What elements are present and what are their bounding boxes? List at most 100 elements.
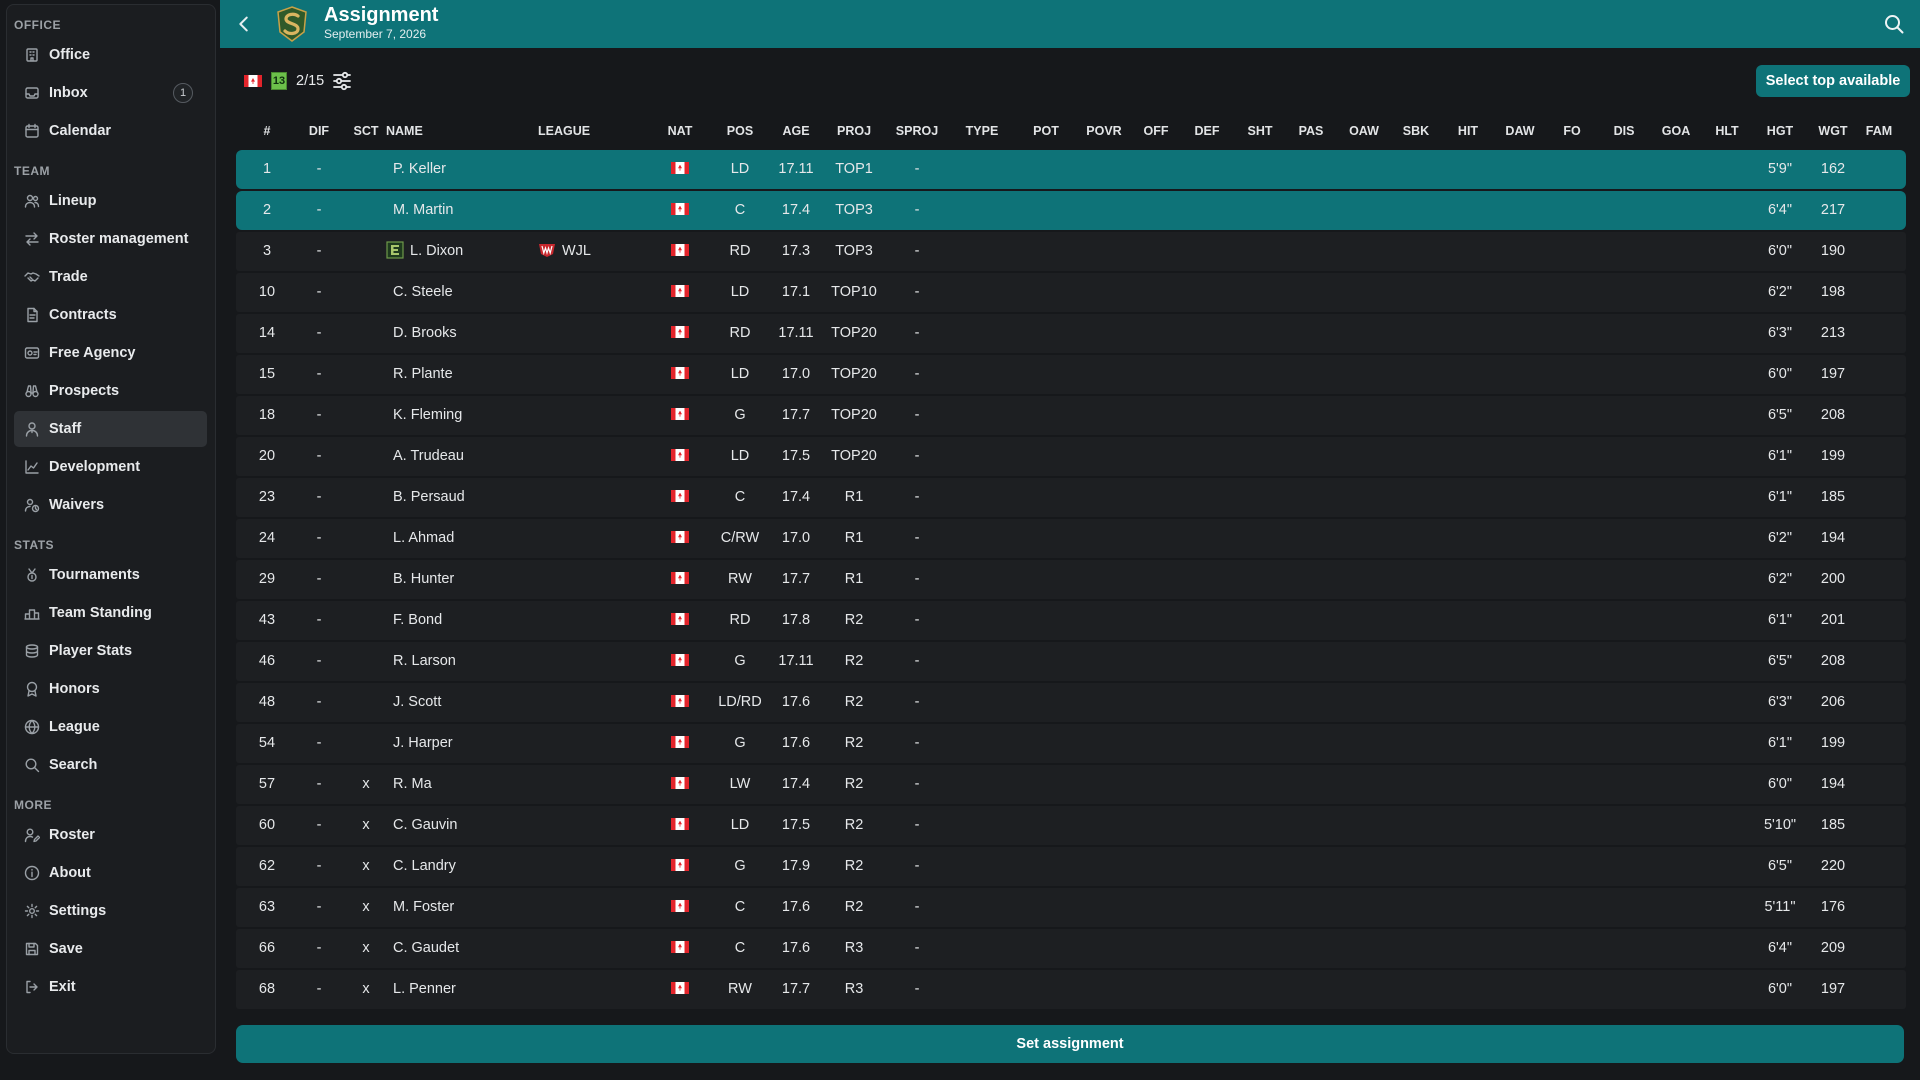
table-row[interactable]: 18 - G 17.7 TOP20 - 6'5" 208 K. Fleming bbox=[236, 396, 1906, 435]
cell-name[interactable]: M. Martin bbox=[393, 202, 453, 218]
column-header-pot[interactable]: POT bbox=[1033, 124, 1059, 138]
column-header-proj[interactable]: PROJ bbox=[837, 124, 871, 138]
sidebar-item-save[interactable]: Save bbox=[14, 931, 207, 967]
column-header-hit[interactable]: HIT bbox=[1458, 124, 1478, 138]
sidebar-item-tournaments[interactable]: Tournaments bbox=[14, 557, 207, 593]
table-row[interactable]: 10 - LD 17.1 TOP10 - 6'2" 198 C. Steele bbox=[236, 273, 1906, 312]
cell-name[interactable]: C. Gaudet bbox=[393, 940, 459, 956]
column-header-pas[interactable]: PAS bbox=[1299, 124, 1324, 138]
filter-button[interactable] bbox=[331, 70, 353, 92]
column-header-hlt[interactable]: HLT bbox=[1715, 124, 1738, 138]
column-header-sproj[interactable]: SPROJ bbox=[896, 124, 938, 138]
table-row[interactable]: 66 - x C 17.6 R3 - 6'4" 209 C. Gaudet bbox=[236, 929, 1906, 968]
cell-name[interactable]: J. Harper bbox=[393, 735, 453, 751]
cell-name[interactable]: P. Keller bbox=[393, 161, 446, 177]
column-header-league[interactable]: LEAGUE bbox=[538, 124, 590, 138]
sidebar-item-exit[interactable]: Exit bbox=[14, 969, 207, 1005]
column-header-sht[interactable]: SHT bbox=[1248, 124, 1273, 138]
column-header-name[interactable]: NAME bbox=[386, 124, 423, 138]
sidebar-item-label: Roster management bbox=[49, 231, 189, 247]
table-row[interactable]: 43 - RD 17.8 R2 - 6'1" 201 F. Bond bbox=[236, 601, 1906, 640]
cell-name[interactable]: R. Plante bbox=[393, 366, 453, 382]
column-header-def[interactable]: DEF bbox=[1195, 124, 1220, 138]
cell-name[interactable]: B. Hunter bbox=[393, 571, 454, 587]
table-row[interactable]: 2 - C 17.4 TOP3 - 6'4" 217 M. Martin bbox=[236, 191, 1906, 230]
cell-number: 57 bbox=[258, 776, 276, 792]
cell-name[interactable]: M. Foster bbox=[393, 899, 454, 915]
sidebar-item-search[interactable]: Search bbox=[14, 747, 207, 783]
cell-name[interactable]: C. Steele bbox=[393, 284, 453, 300]
column-header-pos[interactable]: POS bbox=[727, 124, 753, 138]
table-row[interactable]: 48 - LD/RD 17.6 R2 - 6'3" 206 J. Scott bbox=[236, 683, 1906, 722]
sidebar-item-calendar[interactable]: Calendar bbox=[14, 113, 207, 149]
table-row[interactable]: 63 - x C 17.6 R2 - 5'11" 176 M. Foster bbox=[236, 888, 1906, 927]
set-assignment-button[interactable]: Set assignment bbox=[236, 1025, 1904, 1063]
cell-name[interactable]: C. Gauvin bbox=[393, 817, 457, 833]
sidebar-item-lineup[interactable]: Lineup bbox=[14, 183, 207, 219]
column-header-number[interactable]: # bbox=[264, 124, 271, 138]
column-header-fam[interactable]: FAM bbox=[1866, 124, 1892, 138]
table-row[interactable]: 57 - x LW 17.4 R2 - 6'0" 194 R. Ma bbox=[236, 765, 1906, 804]
cell-name[interactable]: K. Fleming bbox=[393, 407, 462, 423]
sidebar-item-roster-management[interactable]: Roster management bbox=[14, 221, 207, 257]
sidebar-item-trade[interactable]: Trade bbox=[14, 259, 207, 295]
table-row[interactable]: 46 - G 17.11 R2 - 6'5" 208 R. Larson bbox=[236, 642, 1906, 681]
sidebar-item-team-standing[interactable]: Team Standing bbox=[14, 595, 207, 631]
cell-name[interactable]: L. Ahmad bbox=[393, 530, 454, 546]
column-header-type[interactable]: TYPE bbox=[966, 124, 999, 138]
cell-name[interactable]: R. Larson bbox=[393, 653, 456, 669]
cell-name[interactable]: C. Landry bbox=[393, 858, 456, 874]
sidebar-item-player-stats[interactable]: Player Stats bbox=[14, 633, 207, 669]
sidebar-item-league[interactable]: League bbox=[14, 709, 207, 745]
table-row[interactable]: 20 - LD 17.5 TOP20 - 6'1" 199 A. Trudeau bbox=[236, 437, 1906, 476]
column-header-povr[interactable]: POVR bbox=[1086, 124, 1121, 138]
column-header-sbk[interactable]: SBK bbox=[1403, 124, 1429, 138]
sidebar-item-office[interactable]: Office bbox=[14, 37, 207, 73]
sidebar-item-inbox[interactable]: Inbox 1 bbox=[14, 75, 207, 111]
cell-name[interactable]: L. Penner bbox=[393, 981, 456, 997]
column-header-goa[interactable]: GOA bbox=[1662, 124, 1690, 138]
column-header-daw[interactable]: DAW bbox=[1505, 124, 1534, 138]
sidebar-item-prospects[interactable]: Prospects bbox=[14, 373, 207, 409]
table-row[interactable]: 1 - LD 17.11 TOP1 - 5'9" 162 P. Keller bbox=[236, 150, 1906, 189]
table-row[interactable]: 29 - RW 17.7 R1 - 6'2" 200 B. Hunter bbox=[236, 560, 1906, 599]
sidebar-item-roster[interactable]: Roster bbox=[14, 817, 207, 853]
column-header-oaw[interactable]: OAW bbox=[1349, 124, 1379, 138]
select-top-available-button[interactable]: Select top available bbox=[1756, 65, 1910, 97]
column-header-hgt[interactable]: HGT bbox=[1767, 124, 1793, 138]
cell-name[interactable]: D. Brooks bbox=[393, 325, 457, 341]
sidebar-item-contracts[interactable]: Contracts bbox=[14, 297, 207, 333]
table-row[interactable]: 54 - G 17.6 R2 - 6'1" 199 J. Harper bbox=[236, 724, 1906, 763]
cell-name[interactable]: L. Dixon bbox=[386, 241, 463, 259]
cell-name[interactable]: J. Scott bbox=[393, 694, 441, 710]
table-row[interactable]: 15 - LD 17.0 TOP20 - 6'0" 197 R. Plante bbox=[236, 355, 1906, 394]
sidebar-item-staff[interactable]: Staff bbox=[14, 411, 207, 447]
column-header-off[interactable]: OFF bbox=[1144, 124, 1169, 138]
sidebar-item-development[interactable]: Development bbox=[14, 449, 207, 485]
column-header-nat[interactable]: NAT bbox=[668, 124, 693, 138]
table-row[interactable]: 23 - C 17.4 R1 - 6'1" 185 B. Persaud bbox=[236, 478, 1906, 517]
column-header-wgt[interactable]: WGT bbox=[1818, 124, 1847, 138]
table-row[interactable]: 68 - x RW 17.7 R3 - 6'0" 197 L. Penner bbox=[236, 970, 1906, 1009]
cell-name[interactable]: A. Trudeau bbox=[393, 448, 464, 464]
back-button[interactable] bbox=[232, 12, 256, 36]
column-header-fo[interactable]: FO bbox=[1563, 124, 1580, 138]
table-row[interactable]: 62 - x G 17.9 R2 - 6'5" 220 C. Landry bbox=[236, 847, 1906, 886]
header-search-button[interactable] bbox=[1882, 12, 1906, 36]
column-header-dis[interactable]: DIS bbox=[1614, 124, 1635, 138]
sidebar-item-free-agency[interactable]: Free Agency bbox=[14, 335, 207, 371]
table-row[interactable]: 3 - RD 17.3 TOP3 - 6'0" 190 L. Dixon WJL bbox=[236, 232, 1906, 271]
sidebar-item-honors[interactable]: Honors bbox=[14, 671, 207, 707]
table-row[interactable]: 24 - C/RW 17.0 R1 - 6'2" 194 L. Ahmad bbox=[236, 519, 1906, 558]
column-header-sct[interactable]: SCT bbox=[354, 124, 379, 138]
table-row[interactable]: 14 - RD 17.11 TOP20 - 6'3" 213 D. Brooks bbox=[236, 314, 1906, 353]
column-header-dif[interactable]: DIF bbox=[309, 124, 329, 138]
table-row[interactable]: 60 - x LD 17.5 R2 - 5'10" 185 C. Gauvin bbox=[236, 806, 1906, 845]
cell-name[interactable]: R. Ma bbox=[393, 776, 432, 792]
sidebar-item-waivers[interactable]: Waivers bbox=[14, 487, 207, 523]
cell-name[interactable]: F. Bond bbox=[393, 612, 442, 628]
cell-name[interactable]: B. Persaud bbox=[393, 489, 465, 505]
sidebar-item-about[interactable]: About bbox=[14, 855, 207, 891]
column-header-age[interactable]: AGE bbox=[782, 124, 809, 138]
sidebar-item-settings[interactable]: Settings bbox=[14, 893, 207, 929]
